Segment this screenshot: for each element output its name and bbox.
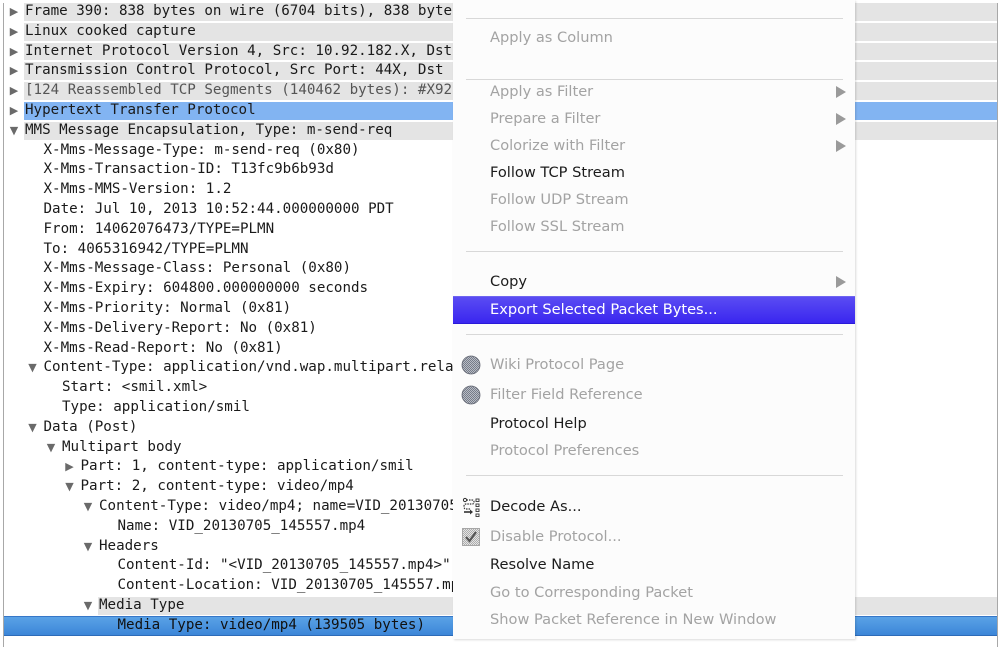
- menu-item-decode-as[interactable]: Decode As...: [453, 494, 855, 520]
- menu-item-resolve-name[interactable]: Resolve Name: [453, 552, 855, 578]
- tree-row-label: Data (Post): [43, 418, 138, 435]
- tree-row-label: To: 4065316942/TYPE=PLMN: [43, 240, 249, 257]
- tree-row-label: Content-Location: VID_20130705_145557.mp…: [117, 577, 468, 594]
- submenu-arrow-icon: [836, 140, 846, 152]
- tree-row-label: X-Mms-Delivery-Report: No (0x81): [43, 319, 317, 336]
- tree-row-label: Start: <smil.xml>: [62, 379, 208, 396]
- tree-row-label: Content-Id: "<VID_20130705_145557.mp4>": [117, 557, 451, 574]
- menu-item-label: Apply as Column: [490, 29, 613, 46]
- expanded-triangle-icon[interactable]: ▼: [63, 477, 77, 497]
- tree-row-label: Headers: [99, 537, 159, 554]
- tree-row-label: X-Mms-Priority: Normal (0x81): [43, 300, 292, 316]
- tree-row-label: X-Mms-Message-Type: m-send-req (0x80): [43, 141, 360, 158]
- menu-item-label: Resolve Name: [490, 556, 595, 573]
- menu-item-label: Decode As...: [490, 498, 582, 515]
- menu-item-prepare-a-filter[interactable]: Prepare a Filter: [453, 106, 855, 132]
- expanded-triangle-icon[interactable]: ▼: [81, 497, 95, 517]
- expanded-triangle-icon[interactable]: ▼: [81, 537, 95, 557]
- menu-item-export-selected-packet-bytes[interactable]: Export Selected Packet Bytes...: [453, 296, 855, 324]
- tree-row-label: Media Type: video/mp4 (139505 bytes): [117, 616, 426, 633]
- collapsed-triangle-icon[interactable]: ▶: [7, 61, 21, 81]
- menu-item-show-packet-reference-in-new-window[interactable]: Show Packet Reference in New Window: [453, 607, 855, 633]
- menu-separator: [466, 334, 843, 335]
- menu-item-colorize-with-filter[interactable]: Colorize with Filter: [453, 133, 855, 159]
- menu-item-disable-protocol[interactable]: Disable Protocol...: [453, 524, 855, 550]
- tree-row-label: Name: VID_20130705_145557.mp4: [117, 517, 366, 534]
- menu-item-copy[interactable]: Copy: [453, 269, 855, 295]
- menu-item-label: Follow UDP Stream: [490, 191, 629, 208]
- tree-row-label: Linux cooked capture: [25, 22, 196, 39]
- tree-row-label: X-Mms-Message-Class: Personal (0x80): [43, 260, 352, 277]
- tree-row-label: From: 14062076473/TYPE=PLMN: [43, 220, 275, 237]
- tree-row-label: Multipart body: [62, 438, 182, 455]
- submenu-arrow-icon: [836, 276, 846, 288]
- menu-item-follow-udp-stream[interactable]: Follow UDP Stream: [453, 187, 855, 213]
- menu-item-label: Protocol Preferences: [490, 442, 640, 459]
- tree-row-label: Type: application/smil: [62, 399, 250, 415]
- menu-item-label: Prepare a Filter: [490, 110, 601, 127]
- menu-item-label: Apply as Filter: [490, 83, 594, 100]
- menu-item-follow-ssl-stream[interactable]: Follow SSL Stream: [453, 214, 855, 240]
- menu-item-label: Copy: [490, 273, 528, 290]
- collapsed-triangle-icon[interactable]: ▶: [7, 42, 21, 62]
- globe-icon: [461, 385, 481, 405]
- collapsed-triangle-icon[interactable]: ▶: [63, 457, 77, 477]
- tree-row-label: Media Type: [99, 597, 185, 613]
- menu-separator: [466, 251, 843, 252]
- decode-as-icon: [461, 497, 481, 517]
- menu-item-label: Filter Field Reference: [490, 386, 643, 403]
- menu-item-label: Go to Corresponding Packet: [490, 584, 693, 601]
- menu-item-filter-field-reference[interactable]: Filter Field Reference: [453, 382, 855, 408]
- menu-item-label: Follow SSL Stream: [490, 218, 625, 235]
- tree-row-label: Hypertext Transfer Protocol: [25, 102, 256, 118]
- menu-separator: [466, 475, 843, 476]
- tree-row-label: X-Mms-Read-Report: No (0x81): [43, 339, 283, 356]
- menu-item-label: Export Selected Packet Bytes...: [490, 301, 718, 318]
- menu-item-go-to-corresponding-packet[interactable]: Go to Corresponding Packet: [453, 580, 855, 606]
- globe-icon: [461, 355, 481, 375]
- collapsed-triangle-icon[interactable]: ▶: [7, 101, 21, 121]
- menu-item-follow-tcp-stream[interactable]: Follow TCP Stream: [453, 160, 855, 186]
- menu-item-label: Protocol Help: [490, 415, 587, 432]
- menu-item-label: Follow TCP Stream: [490, 164, 625, 181]
- expanded-triangle-icon[interactable]: ▼: [7, 121, 21, 141]
- expanded-triangle-icon[interactable]: ▼: [26, 358, 40, 378]
- submenu-arrow-icon: [836, 113, 846, 125]
- tree-row-label: X-Mms-Expiry: 604800.000000000 seconds: [43, 280, 369, 297]
- menu-item-label: Wiki Protocol Page: [490, 356, 625, 373]
- menu-separator: [466, 18, 843, 19]
- menu-item-protocol-preferences[interactable]: Protocol Preferences: [453, 438, 855, 464]
- context-menu: Apply as Column Apply as Filter Prepare a …: [453, 0, 855, 639]
- collapsed-triangle-icon[interactable]: ▶: [7, 81, 21, 101]
- tree-row-label: Part: 2, content-type: video/mp4: [80, 478, 354, 495]
- collapsed-triangle-icon[interactable]: ▶: [7, 22, 21, 42]
- menu-item-label: Colorize with Filter: [490, 137, 626, 154]
- menu-item-wiki-protocol-page[interactable]: Wiki Protocol Page: [453, 352, 855, 378]
- submenu-arrow-icon: [836, 86, 846, 98]
- tree-row-label: Part: 1, content-type: application/smil: [80, 458, 414, 475]
- collapsed-triangle-icon[interactable]: ▶: [7, 3, 21, 22]
- menu-item-apply-as-column[interactable]: Apply as Column: [453, 25, 855, 51]
- menu-item-protocol-help[interactable]: Protocol Help: [453, 411, 855, 437]
- checkbox-icon: [461, 527, 481, 547]
- menu-item-label: Show Packet Reference in New Window: [490, 611, 777, 628]
- menu-item-label: Disable Protocol...: [490, 528, 622, 545]
- menu-item-apply-as-filter[interactable]: Apply as Filter: [453, 79, 855, 105]
- tree-row-label: Date: Jul 10, 2013 10:52:44.000000000 PD…: [43, 201, 394, 217]
- expanded-triangle-icon[interactable]: ▼: [81, 596, 95, 616]
- tree-row-label: X-Mms-MMS-Version: 1.2: [43, 181, 232, 198]
- tree-row-label: X-Mms-Transaction-ID: T13fc9b6b93d: [43, 161, 334, 178]
- tree-row-label: MMS Message Encapsulation, Type: m-send-…: [25, 121, 393, 138]
- expanded-triangle-icon[interactable]: ▼: [44, 438, 58, 458]
- expanded-triangle-icon[interactable]: ▼: [26, 418, 40, 438]
